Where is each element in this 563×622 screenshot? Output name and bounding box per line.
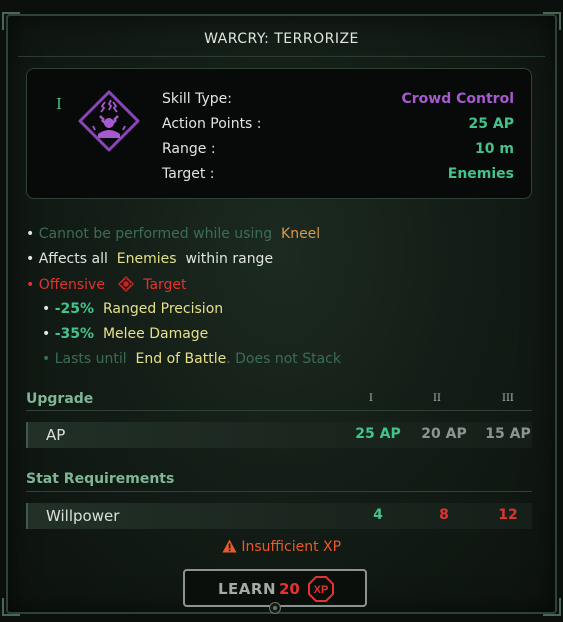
- info-value: 10 m: [475, 141, 514, 157]
- target-reticle-icon: [118, 276, 135, 292]
- corner-ornament: [543, 12, 561, 30]
- effect-line-ranged-precision: • -25% Ranged Precision: [42, 301, 224, 317]
- xp-cost: 20: [279, 580, 300, 598]
- divider: [26, 410, 532, 411]
- tier-3-requirement: 12: [498, 507, 518, 523]
- info-row-action-points: Action Points : 25 AP: [162, 116, 514, 138]
- info-label: Target :: [162, 166, 215, 182]
- stat-requirements-header: Stat Requirements: [26, 471, 175, 487]
- requirement-row-willpower: Willpower 4 8 12: [26, 503, 532, 529]
- scroll-indicator[interactable]: [269, 602, 281, 614]
- effect-line-kneel: • Cannot be performed while using Kneel: [26, 226, 321, 242]
- effect-line-offensive: • Offensive Target: [26, 276, 187, 293]
- effect-line-affects: • Affects all Enemies within range: [26, 251, 274, 267]
- tier-1-value: 25 AP: [355, 426, 401, 442]
- effect-line-duration: • Lasts until End of Battle. Does not St…: [42, 351, 341, 367]
- effect-line-melee-damage: • -35% Melee Damage: [42, 326, 209, 342]
- info-row-range: Range : 10 m: [162, 141, 514, 163]
- info-label: Action Points :: [162, 116, 262, 132]
- insufficient-xp-warning: Insufficient XP: [0, 539, 563, 555]
- tier-label: III: [502, 393, 514, 404]
- info-label: Skill Type:: [162, 91, 232, 107]
- info-label: Range :: [162, 141, 216, 157]
- divider: [26, 491, 532, 492]
- divider: [18, 56, 545, 57]
- upgrade-header: Upgrade: [26, 391, 94, 407]
- info-row-target: Target : Enemies: [162, 166, 514, 188]
- tier-label: I: [369, 393, 373, 404]
- warning-triangle-icon: [222, 539, 237, 553]
- svg-text:XP: XP: [314, 584, 329, 596]
- corner-ornament: [543, 598, 561, 616]
- info-value: 25 AP: [468, 116, 514, 132]
- terrorize-skill-icon: [78, 90, 140, 152]
- tier-2-requirement: 8: [439, 507, 449, 523]
- corner-ornament: [2, 598, 20, 616]
- tier-label: II: [433, 393, 441, 404]
- skill-title: WARCRY: TERRORIZE: [204, 31, 359, 47]
- upgrade-row-ap: AP 25 AP 20 AP 15 AP: [26, 422, 532, 448]
- tier-2-value: 20 AP: [421, 426, 467, 442]
- learn-label: LEARN: [218, 580, 277, 598]
- info-row-skill-type: Skill Type: Crowd Control: [162, 91, 514, 113]
- row-label: Willpower: [46, 507, 120, 525]
- xp-icon: XP: [308, 576, 334, 602]
- corner-ornament: [2, 12, 20, 30]
- tier-3-value: 15 AP: [485, 426, 531, 442]
- row-label: AP: [46, 426, 66, 444]
- rank-marker: I: [56, 95, 62, 113]
- info-value: Enemies: [447, 166, 514, 182]
- tier-1-requirement: 4: [373, 507, 383, 523]
- info-value: Crowd Control: [401, 91, 515, 107]
